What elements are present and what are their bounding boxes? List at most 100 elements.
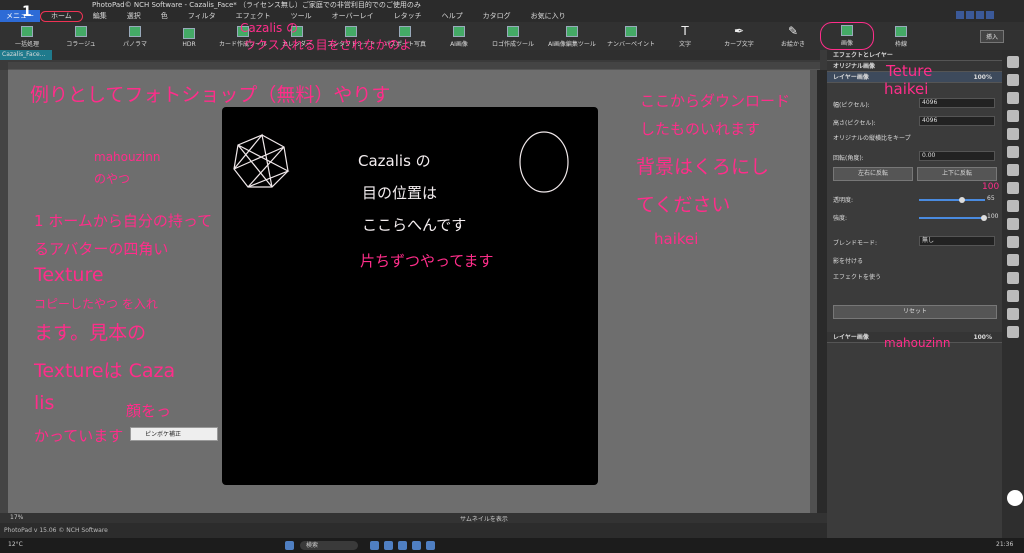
annotation-left8: 顔をっ [126, 402, 172, 420]
frame-button[interactable]: 枠線 [874, 22, 928, 50]
shadow-checkbox[interactable]: 影を付ける [833, 256, 863, 265]
menu-favorites[interactable]: お気に入り [521, 11, 576, 21]
menu-catalog[interactable]: カタログ [473, 11, 521, 21]
number-paint-button[interactable]: ナンバーペイント [604, 22, 658, 50]
tool-15-icon[interactable] [1007, 308, 1019, 320]
tool-3-icon[interactable] [1007, 92, 1019, 104]
show-thumbnails-button[interactable]: サムネイルを表示 [460, 514, 508, 523]
image-button[interactable]: 画像 [820, 22, 874, 50]
tool-6-icon[interactable] [1007, 146, 1019, 158]
flip-horizontal-button[interactable]: 左右に反転 [833, 167, 913, 181]
layer2-percent[interactable]: 100% [973, 332, 992, 343]
youtube-icon[interactable] [986, 11, 994, 19]
effects-side-tab[interactable] [817, 70, 827, 523]
collage-icon [75, 26, 87, 37]
start-icon[interactable] [285, 541, 294, 550]
annotation-numeral: 1 [22, 4, 32, 20]
clock: 21:36 [996, 541, 1014, 548]
batch-button[interactable]: 一括処理 [0, 22, 54, 50]
menu-overlay[interactable]: オーバーレイ [322, 11, 384, 21]
logo-maker-button[interactable]: ロゴ作成ツール [486, 22, 540, 50]
height-field[interactable]: 4096 [919, 116, 995, 126]
text-icon: T [681, 24, 689, 38]
app-icon-1[interactable] [370, 541, 379, 550]
menu-select[interactable]: 選択 [117, 11, 151, 21]
annotation-left7: lis [34, 392, 55, 414]
menu-edit[interactable]: 編集 [83, 11, 117, 21]
text-button[interactable]: T 文字 [658, 22, 712, 50]
menu-filter[interactable]: フィルタ [178, 11, 226, 21]
tool-10-icon[interactable] [1007, 218, 1019, 230]
height-label: 高さ(ピクセル): [833, 120, 876, 127]
strength-value: 100 [987, 213, 999, 220]
windows-taskbar: 12°C 検索 21:36 [0, 538, 1024, 553]
annotation-center2: 目の位置は [362, 184, 438, 202]
panel-title: エフェクトとレイヤー [827, 50, 1002, 61]
menu-button[interactable]: メニュー [0, 10, 40, 22]
annotation-left6: Textureは Caza [34, 360, 176, 382]
reset-button[interactable]: リセット [833, 305, 997, 319]
annotation-noyatsu: のやつ [94, 172, 131, 186]
pinboke-correction-button[interactable]: ピンボケ補正 [130, 427, 218, 441]
logo-icon [507, 26, 519, 37]
draw-button[interactable]: ✎ お絵かき [766, 22, 820, 50]
hdr-button[interactable]: HDR [162, 22, 216, 50]
blend-select[interactable]: 無し [919, 236, 995, 246]
social-icons[interactable] [956, 11, 994, 19]
tool-9-icon[interactable] [1007, 200, 1019, 212]
tool-12-icon[interactable] [1007, 254, 1019, 266]
annotation-main-top: 例りとしてフォトショップ（無料）やりす [30, 84, 391, 106]
menu-home[interactable]: ホーム [40, 10, 83, 22]
app-icon-4[interactable] [412, 541, 421, 550]
zoom-level[interactable]: 17% [10, 514, 23, 521]
rotation-field[interactable]: 0.00 [919, 151, 995, 161]
vertical-scrollbar[interactable] [810, 70, 817, 513]
taskbar-search[interactable]: 検索 [300, 541, 358, 550]
panorama-button[interactable]: パノラマ [108, 22, 162, 50]
twitter-icon[interactable] [966, 11, 974, 19]
curve-text-button[interactable]: ✒ カーブ文字 [712, 22, 766, 50]
tool-14-icon[interactable] [1007, 290, 1019, 302]
tool-5-icon[interactable] [1007, 128, 1019, 140]
width-field[interactable]: 4096 [919, 98, 995, 108]
app-icon-3[interactable] [398, 541, 407, 550]
tool-16-icon[interactable] [1007, 326, 1019, 338]
tool-2-icon[interactable] [1007, 74, 1019, 86]
color-picker[interactable] [1007, 490, 1023, 506]
tool-11-icon[interactable] [1007, 236, 1019, 248]
keep-ratio-checkbox[interactable]: オリジナルの縦横比をキープ [833, 133, 911, 142]
facebook-icon[interactable] [956, 11, 964, 19]
window-title: PhotoPad© NCH Software - Cazalis_Face* （… [92, 1, 421, 9]
opacity-knob[interactable] [959, 197, 965, 203]
menu-help[interactable]: ヘルプ [432, 11, 473, 21]
ai-image-button[interactable]: AI画像 [432, 22, 486, 50]
collage-button[interactable]: コラージュ [54, 22, 108, 50]
tool-1-icon[interactable] [1007, 56, 1019, 68]
tool-13-icon[interactable] [1007, 272, 1019, 284]
insert-button[interactable]: 挿入 [979, 30, 1004, 43]
tool-4-icon[interactable] [1007, 110, 1019, 122]
width-label: 幅(ピクセル): [833, 102, 870, 109]
tool-7-icon[interactable] [1007, 164, 1019, 176]
ribbon-toolbar: 一括処理 コラージュ パノラマ HDR カード作成ツール カレンダー コンタクト… [0, 22, 1024, 50]
layer-percent[interactable]: 100% [973, 72, 992, 83]
rotation-label: 回転(角度): [833, 155, 864, 162]
app-icon-2[interactable] [384, 541, 393, 550]
number-paint-icon [625, 26, 637, 37]
use-effect-checkbox[interactable]: エフェクトを使う [833, 272, 881, 281]
app-icon-5[interactable] [426, 541, 435, 550]
batch-icon [21, 26, 33, 37]
strength-slider[interactable] [919, 217, 985, 219]
annotation-cazalis-top: Cazalis の [240, 21, 299, 35]
weather[interactable]: 12°C [8, 541, 23, 548]
linkedin-icon[interactable] [976, 11, 984, 19]
tool-8-icon[interactable] [1007, 182, 1019, 194]
annotation-right5: haikei [654, 230, 699, 248]
flip-vertical-button[interactable]: 上下に反転 [917, 167, 997, 181]
annotation-mahouzinn: mahouzinn [94, 150, 161, 164]
opacity-slider[interactable] [919, 199, 985, 201]
menu-color[interactable]: 色 [151, 11, 178, 21]
ai-edit-button[interactable]: AI画像編集ツール [540, 22, 604, 50]
tab-cazalis-face[interactable]: Cazalis_Face... [0, 50, 52, 60]
menu-retouch[interactable]: レタッチ [384, 11, 432, 21]
